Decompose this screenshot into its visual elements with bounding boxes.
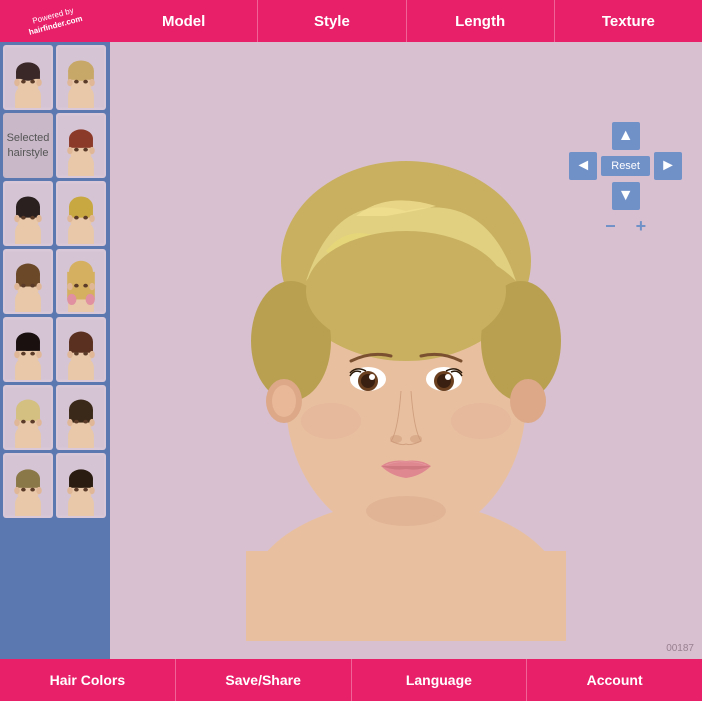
sidebar-row-6 <box>3 453 107 518</box>
logo-area: Powered by hairfinder.com <box>0 0 110 42</box>
nav-up-arrow[interactable]: ▲ <box>612 122 640 150</box>
hairstyle-thumb-7[interactable] <box>3 249 53 314</box>
tab-style[interactable]: Style <box>258 0 406 42</box>
nav-left-arrow[interactable]: ◄ <box>569 152 597 180</box>
hair-colors-button[interactable]: Hair Colors <box>0 659 176 701</box>
save-share-button[interactable]: Save/Share <box>176 659 352 701</box>
nav-down-arrow[interactable]: ▼ <box>612 182 640 210</box>
zoom-controls: − + <box>605 216 646 237</box>
sidebar-row-5 <box>3 385 107 450</box>
tab-texture[interactable]: Texture <box>555 0 702 42</box>
main-layout: Selected hairstyle <box>0 42 702 659</box>
sidebar-row-0 <box>3 45 107 110</box>
image-number: 00187 <box>666 643 694 654</box>
tab-model[interactable]: Model <box>110 0 258 42</box>
account-button[interactable]: Account <box>527 659 702 701</box>
hairstyle-thumb-1[interactable] <box>3 45 53 110</box>
sidebar-row-1: Selected hairstyle <box>3 113 107 178</box>
zoom-in-button[interactable]: + <box>636 216 647 237</box>
nav-middle-row: ◄ Reset ► <box>569 152 682 180</box>
sidebar-row-3 <box>3 249 107 314</box>
hairstyle-thumb-4[interactable] <box>56 113 106 178</box>
selected-hairstyle-label[interactable]: Selected hairstyle <box>3 113 53 178</box>
top-nav: Model Style Length Texture <box>110 0 702 42</box>
model-preview <box>176 61 636 641</box>
hairstyle-thumb-9[interactable] <box>3 317 53 382</box>
hairstyle-thumb-13[interactable] <box>3 453 53 518</box>
preview-area: ▲ ◄ Reset ► ▼ − + 00187 <box>110 42 702 659</box>
sidebar: Selected hairstyle <box>0 42 110 659</box>
logo-text: Powered by hairfinder.com <box>21 0 89 43</box>
nav-controls: ▲ ◄ Reset ► ▼ − + <box>569 122 682 237</box>
hairstyle-thumb-11[interactable] <box>3 385 53 450</box>
sidebar-row-4 <box>3 317 107 382</box>
hairstyle-thumb-5[interactable] <box>3 181 53 246</box>
hairstyle-thumb-12[interactable] <box>56 385 106 450</box>
language-button[interactable]: Language <box>352 659 528 701</box>
bottom-toolbar: Hair Colors Save/Share Language Account <box>0 659 702 701</box>
zoom-out-button[interactable]: − <box>605 216 616 237</box>
hairstyle-thumb-14[interactable] <box>56 453 106 518</box>
hairstyle-thumb-8[interactable] <box>56 249 106 314</box>
hairstyle-thumb-6[interactable] <box>56 181 106 246</box>
sidebar-row-2 <box>3 181 107 246</box>
hairstyle-thumb-2[interactable] <box>56 45 106 110</box>
reset-button[interactable]: Reset <box>601 156 650 176</box>
hairstyle-thumb-10[interactable] <box>56 317 106 382</box>
tab-length[interactable]: Length <box>407 0 555 42</box>
nav-right-arrow[interactable]: ► <box>654 152 682 180</box>
